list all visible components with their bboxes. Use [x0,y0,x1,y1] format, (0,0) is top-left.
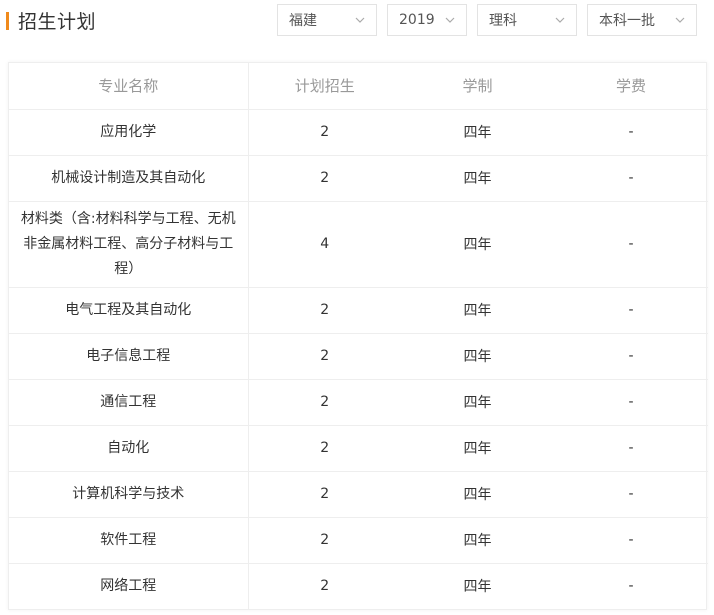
study-duration: 四年 [401,379,554,426]
table-row: 应用化学 2 四年 - [9,109,708,156]
plan-count: 2 [248,155,401,202]
study-duration: 四年 [401,471,554,518]
page-title: 招生计划 [18,11,97,33]
column-header-duration: 学制 [401,63,554,110]
chevron-down-icon [354,14,366,26]
tuition-fee: - [554,109,708,156]
table-header-row: 专业名称 计划招生 学制 学费 [9,63,708,110]
major-name: 计算机科学与技术 [9,471,249,518]
table-row: 自动化 2 四年 - [9,425,708,472]
enrollment-plan-table-container: 专业名称 计划招生 学制 学费 应用化学 2 四年 - 机械设计制造及其自动化 … [8,62,708,610]
major-name: 软件工程 [9,517,249,564]
table-row: 电气工程及其自动化 2 四年 - [9,287,708,334]
subject-select-value: 理科 [489,13,517,29]
tuition-fee: - [554,471,708,518]
major-name: 网络工程 [9,563,249,609]
major-name: 材料类（含:材料科学与工程、无机非金属材料工程、高分子材料与工程） [9,201,249,288]
table-row: 通信工程 2 四年 - [9,379,708,426]
table-row: 材料类（含:材料科学与工程、无机非金属材料工程、高分子材料与工程） 4 四年 - [9,201,708,288]
major-name: 电子信息工程 [9,333,249,380]
tuition-fee: - [554,155,708,202]
plan-count: 2 [320,578,330,595]
chevron-down-icon [444,14,456,26]
study-duration: 四年 [401,425,554,472]
study-duration: 四年 [401,333,554,380]
title-accent-bar [6,11,9,30]
table-row: 网络工程 2 四年 - [9,563,708,609]
major-name: 应用化学 [9,109,249,156]
column-header-fee: 学费 [554,63,708,110]
study-duration: 四年 [401,109,554,156]
plan-count: 4 [248,201,401,288]
study-duration: 四年 [401,287,554,334]
filter-bar: 福建 2019 理科 本科一批 [277,4,697,36]
tuition-fee: - [628,578,634,595]
tuition-fee: - [554,379,708,426]
plan-count: 2 [248,379,401,426]
study-duration: 四年 [401,155,554,202]
subject-select[interactable]: 理科 [477,4,577,36]
chevron-down-icon [554,14,566,26]
year-select-value: 2019 [399,12,435,28]
province-select[interactable]: 福建 [277,4,377,36]
table-row: 计算机科学与技术 2 四年 - [9,471,708,518]
batch-select-value: 本科一批 [599,13,655,29]
batch-select[interactable]: 本科一批 [587,4,697,36]
plan-count: 2 [248,333,401,380]
plan-count: 2 [248,109,401,156]
table-row: 软件工程 2 四年 - [9,517,708,564]
study-duration: 四年 [401,517,554,564]
table-row: 电子信息工程 2 四年 - [9,333,708,380]
major-name: 自动化 [9,425,249,472]
major-name: 机械设计制造及其自动化 [9,155,249,202]
plan-count: 2 [248,517,401,564]
major-name: 电气工程及其自动化 [9,287,249,334]
tuition-fee: - [554,517,708,564]
plan-count: 2 [248,425,401,472]
enrollment-plan-table: 专业名称 计划招生 学制 学费 应用化学 2 四年 - 机械设计制造及其自动化 … [9,63,708,609]
major-name: 通信工程 [9,379,249,426]
tuition-fee: - [554,425,708,472]
tuition-fee: - [554,201,708,288]
title-wrap: 招生计划 [6,7,96,34]
column-header-plan: 计划招生 [248,63,401,110]
column-header-major: 专业名称 [9,63,249,110]
section-header: 招生计划 福建 2019 理科 本科一批 [0,0,714,44]
plan-count: 2 [248,471,401,518]
study-duration: 四年 [401,201,554,288]
table-row: 机械设计制造及其自动化 2 四年 - [9,155,708,202]
chevron-down-icon [674,14,686,26]
study-duration: 四年 [463,579,492,596]
tuition-fee: - [554,333,708,380]
tuition-fee: - [554,287,708,334]
plan-count: 2 [248,287,401,334]
province-select-value: 福建 [289,13,317,29]
year-select[interactable]: 2019 [387,4,467,36]
